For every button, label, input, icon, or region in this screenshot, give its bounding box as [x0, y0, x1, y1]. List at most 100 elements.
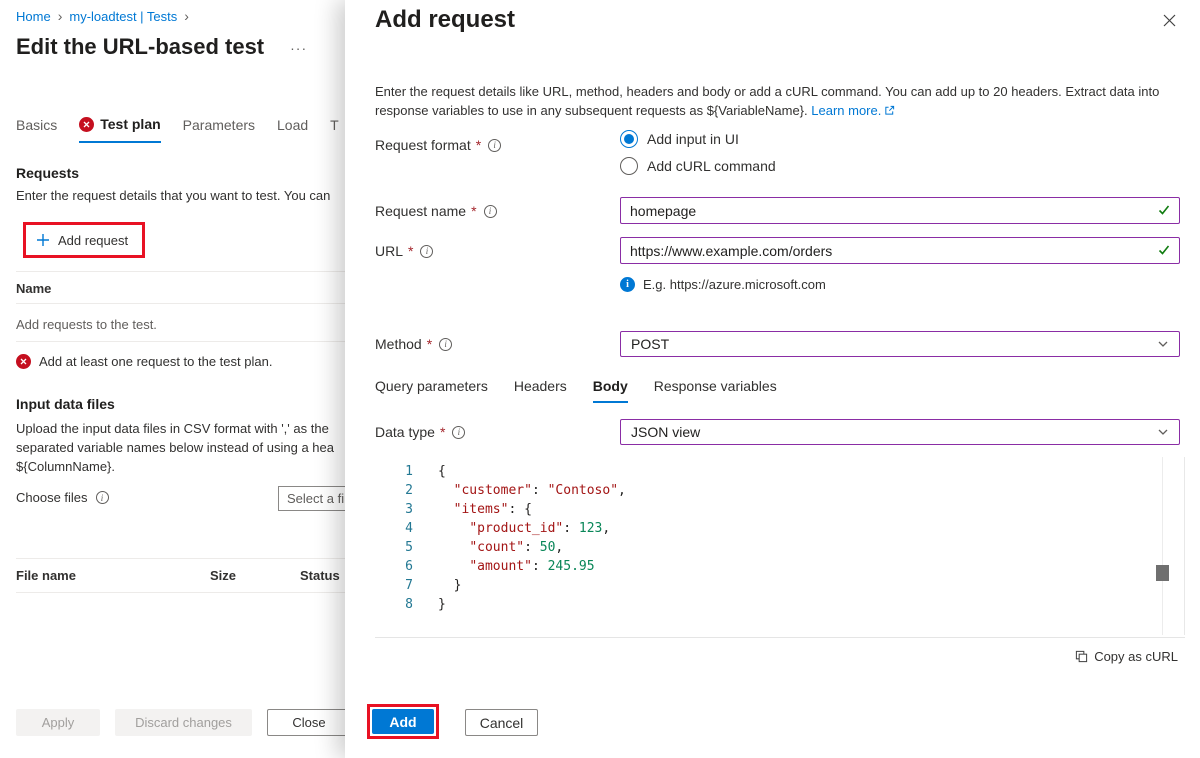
title-row: Edit the URL-based test ··· — [16, 34, 307, 60]
divider — [16, 592, 354, 593]
radio-selected-icon — [620, 130, 638, 148]
request-format-radio-group: Add input in UI Add cURL command — [620, 130, 776, 175]
editor-scrollbar-thumb[interactable] — [1156, 565, 1169, 581]
error-icon — [79, 117, 94, 132]
file-name-column-header: File name — [16, 568, 76, 583]
tab-query-parameters[interactable]: Query parameters — [375, 378, 488, 403]
cancel-button[interactable]: Cancel — [465, 709, 538, 736]
tab-parameters[interactable]: Parameters — [183, 116, 255, 143]
size-column-header: Size — [210, 568, 236, 583]
panel-title: Add request — [375, 6, 515, 34]
request-name-field — [620, 197, 1180, 224]
tab-load[interactable]: Load — [277, 116, 308, 143]
info-icon — [452, 426, 465, 439]
learn-more-label: Learn more. — [811, 103, 881, 118]
line-number: 1 — [375, 462, 413, 481]
valid-check-icon — [1157, 203, 1171, 217]
chevron-down-icon — [1157, 338, 1169, 350]
add-request-button[interactable]: Add request — [28, 227, 140, 253]
add-request-panel: Add request Enter the request details li… — [345, 0, 1200, 758]
validation-error-text: Add at least one request to the test pla… — [39, 354, 272, 369]
url-hint: E.g. https://azure.microsoft.com — [620, 277, 826, 292]
info-icon — [420, 245, 433, 258]
line-number: 2 — [375, 481, 413, 500]
code-line: "count": 50, — [438, 538, 626, 557]
request-name-input[interactable] — [620, 197, 1180, 224]
request-detail-tabs: Query parameters Headers Body Response v… — [375, 378, 777, 403]
copy-as-curl-label: Copy as cURL — [1094, 649, 1178, 664]
page-title: Edit the URL-based test — [16, 34, 264, 60]
url-input[interactable] — [620, 237, 1180, 264]
info-icon — [96, 491, 109, 504]
code-line: "customer": "Contoso", — [438, 481, 626, 500]
learn-more-link[interactable]: Learn more. — [811, 103, 895, 118]
input-data-files-description: Upload the input data files in CSV forma… — [16, 419, 334, 476]
breadcrumb: Home › my-loadtest | Tests › — [16, 8, 189, 24]
info-icon — [484, 205, 497, 218]
tab-headers[interactable]: Headers — [514, 378, 567, 403]
request-format-label-text: Request format — [375, 137, 471, 153]
more-options-button[interactable]: ··· — [290, 40, 307, 56]
method-label: Method * — [375, 336, 452, 352]
method-label-text: Method — [375, 336, 422, 352]
breadcrumb-tests-link[interactable]: my-loadtest | Tests — [69, 9, 177, 24]
data-type-dropdown[interactable]: JSON view — [620, 419, 1180, 445]
chevron-down-icon — [1157, 426, 1169, 438]
copy-as-curl-button[interactable]: Copy as cURL — [1075, 649, 1178, 664]
line-number: 5 — [375, 538, 413, 557]
divider — [16, 558, 354, 559]
radio-add-curl-command[interactable]: Add cURL command — [620, 157, 776, 175]
json-body-editor[interactable]: 12345678 { "customer": "Contoso", "items… — [375, 457, 1185, 635]
copy-icon — [1075, 650, 1088, 663]
panel-description-text: Enter the request details like URL, meth… — [375, 84, 1159, 118]
method-dropdown[interactable]: POST — [620, 331, 1180, 357]
tab-response-variables[interactable]: Response variables — [654, 378, 777, 403]
divider — [16, 341, 354, 342]
method-selected-value: POST — [631, 336, 669, 352]
data-type-label: Data type * — [375, 424, 465, 440]
add-request-callout: Add request — [23, 222, 145, 258]
info-icon — [439, 338, 452, 351]
add-button[interactable]: Add — [372, 709, 434, 734]
tab-test-plan[interactable]: Test plan — [79, 116, 160, 143]
choose-files-label: Choose files — [16, 490, 109, 505]
description-line: ${ColumnName}. — [16, 457, 334, 476]
file-picker-text: Select a fil — [287, 491, 347, 506]
page-tabs: Basics Test plan Parameters Load T — [16, 116, 339, 143]
code-line: "amount": 245.95 — [438, 557, 626, 576]
radio-add-input-in-ui[interactable]: Add input in UI — [620, 130, 776, 148]
data-type-selected-value: JSON view — [631, 424, 700, 440]
tab-basics[interactable]: Basics — [16, 116, 57, 143]
requests-empty-text: Add requests to the test. — [16, 317, 157, 332]
required-mark: * — [476, 137, 481, 153]
line-number: 3 — [375, 500, 413, 519]
screen: Home › my-loadtest | Tests › Edit the UR… — [0, 0, 1200, 758]
panel-description: Enter the request details like URL, meth… — [375, 82, 1173, 120]
requests-description: Enter the request details that you want … — [16, 188, 330, 203]
close-icon[interactable] — [1163, 14, 1176, 27]
requests-section-heading: Requests — [16, 165, 79, 181]
add-button-callout: Add — [367, 704, 439, 739]
breadcrumb-separator-icon: › — [58, 8, 63, 24]
code-line: "items": { — [438, 500, 626, 519]
status-column-header: Status — [300, 568, 340, 583]
input-data-files-heading: Input data files — [16, 396, 115, 412]
radio-option-label: Add cURL command — [647, 158, 776, 174]
requests-validation-error: Add at least one request to the test pla… — [16, 354, 272, 369]
code-line: "product_id": 123, — [438, 519, 626, 538]
radio-unselected-icon — [620, 157, 638, 175]
tab-test-criteria[interactable]: T — [330, 116, 339, 143]
breadcrumb-home-link[interactable]: Home — [16, 9, 51, 24]
close-button[interactable]: Close — [267, 709, 351, 736]
choose-files-label-text: Choose files — [16, 490, 88, 505]
editor-scrollbar-track — [1162, 457, 1163, 635]
tab-body[interactable]: Body — [593, 378, 628, 403]
url-label-text: URL — [375, 243, 403, 259]
required-mark: * — [471, 203, 476, 219]
breadcrumb-separator-icon: › — [184, 8, 189, 24]
line-number: 4 — [375, 519, 413, 538]
line-number: 6 — [375, 557, 413, 576]
divider — [16, 303, 354, 304]
discard-changes-button[interactable]: Discard changes — [115, 709, 252, 736]
apply-button[interactable]: Apply — [16, 709, 100, 736]
